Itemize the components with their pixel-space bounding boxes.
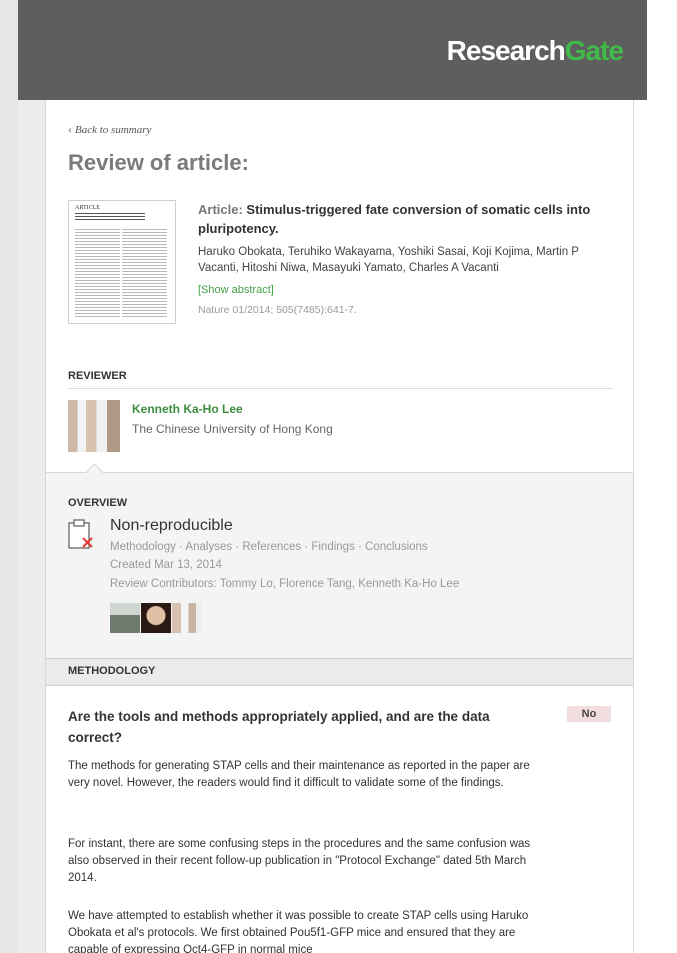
answer-badge: No bbox=[567, 706, 611, 722]
header-bar: ResearchGate bbox=[18, 0, 647, 100]
article-info: Article: Stimulus-triggered fate convers… bbox=[198, 200, 618, 316]
contributor-avatar[interactable] bbox=[141, 603, 171, 633]
overview-pointer bbox=[85, 463, 104, 482]
review-sheet: ‹ Back to summary Review of article: ARTI… bbox=[45, 100, 634, 953]
right-gutter bbox=[632, 0, 677, 953]
reviewer-section-label: REVIEWER bbox=[68, 370, 127, 382]
reviewer-affiliation: The Chinese University of Hong Kong bbox=[132, 422, 333, 436]
article-title-text: Stimulus-triggered fate conversion of so… bbox=[198, 202, 591, 236]
review-paragraph: We have attempted to establish whether i… bbox=[68, 910, 529, 953]
left-gutter bbox=[0, 0, 18, 953]
contributor-avatars bbox=[110, 603, 203, 633]
reviewer-avatar[interactable] bbox=[68, 400, 120, 452]
article-authors: Haruko Obokata, Teruhiko Wakayama, Yoshi… bbox=[198, 246, 579, 274]
reviewer-divider bbox=[68, 388, 613, 389]
contributor-avatar[interactable] bbox=[172, 603, 202, 633]
review-paragraph: For instant, there are some confusing st… bbox=[68, 838, 531, 884]
overview-categories: Methodology · Analyses · References · Fi… bbox=[110, 541, 428, 553]
overview-verdict: Non-reproducible bbox=[110, 517, 233, 534]
methodology-header-bar: METHODOLOGY bbox=[46, 658, 633, 686]
logo-gate: Gate bbox=[564, 35, 624, 66]
thumbnail-column-gap bbox=[120, 229, 122, 317]
contributor-avatar[interactable] bbox=[110, 603, 140, 633]
overview-section: OVERVIEW Non-reproducible Methodology · … bbox=[46, 463, 633, 659]
overview-created-date: Created Mar 13, 2014 bbox=[110, 559, 222, 571]
back-to-summary-link[interactable]: ‹ Back to summary bbox=[68, 122, 151, 137]
methodology-question: Are the tools and methods appropriately … bbox=[68, 709, 490, 745]
methodology-section-label: METHODOLOGY bbox=[68, 665, 156, 677]
thumbnail-header: ARTICLE bbox=[75, 205, 100, 211]
page-title: Review of article: bbox=[68, 150, 249, 175]
thumbnail-title-lines bbox=[75, 213, 145, 221]
logo-research: Research bbox=[446, 35, 566, 66]
chevron-left-icon: ‹ bbox=[68, 122, 72, 136]
article-label: Article: bbox=[198, 202, 243, 217]
show-abstract-link[interactable]: [Show abstract] bbox=[198, 284, 618, 296]
clipboard-x-icon bbox=[68, 519, 93, 549]
article-journal: Nature 01/2014; 505(7485):641-7. bbox=[198, 304, 357, 316]
researchgate-logo[interactable]: ResearchGate bbox=[446, 35, 624, 67]
reviewer-name[interactable]: Kenneth Ka-Ho Lee bbox=[132, 402, 243, 416]
article-title[interactable]: Article: Stimulus-triggered fate convers… bbox=[198, 200, 618, 238]
overview-section-label: OVERVIEW bbox=[68, 497, 128, 509]
overview-contributors: Review Contributors: Tommy Lo, Florence … bbox=[110, 578, 460, 590]
article-thumbnail[interactable]: ARTICLE bbox=[68, 200, 176, 324]
back-link-label: Back to summary bbox=[75, 124, 152, 136]
review-paragraph: The methods for generating STAP cells an… bbox=[68, 760, 530, 789]
